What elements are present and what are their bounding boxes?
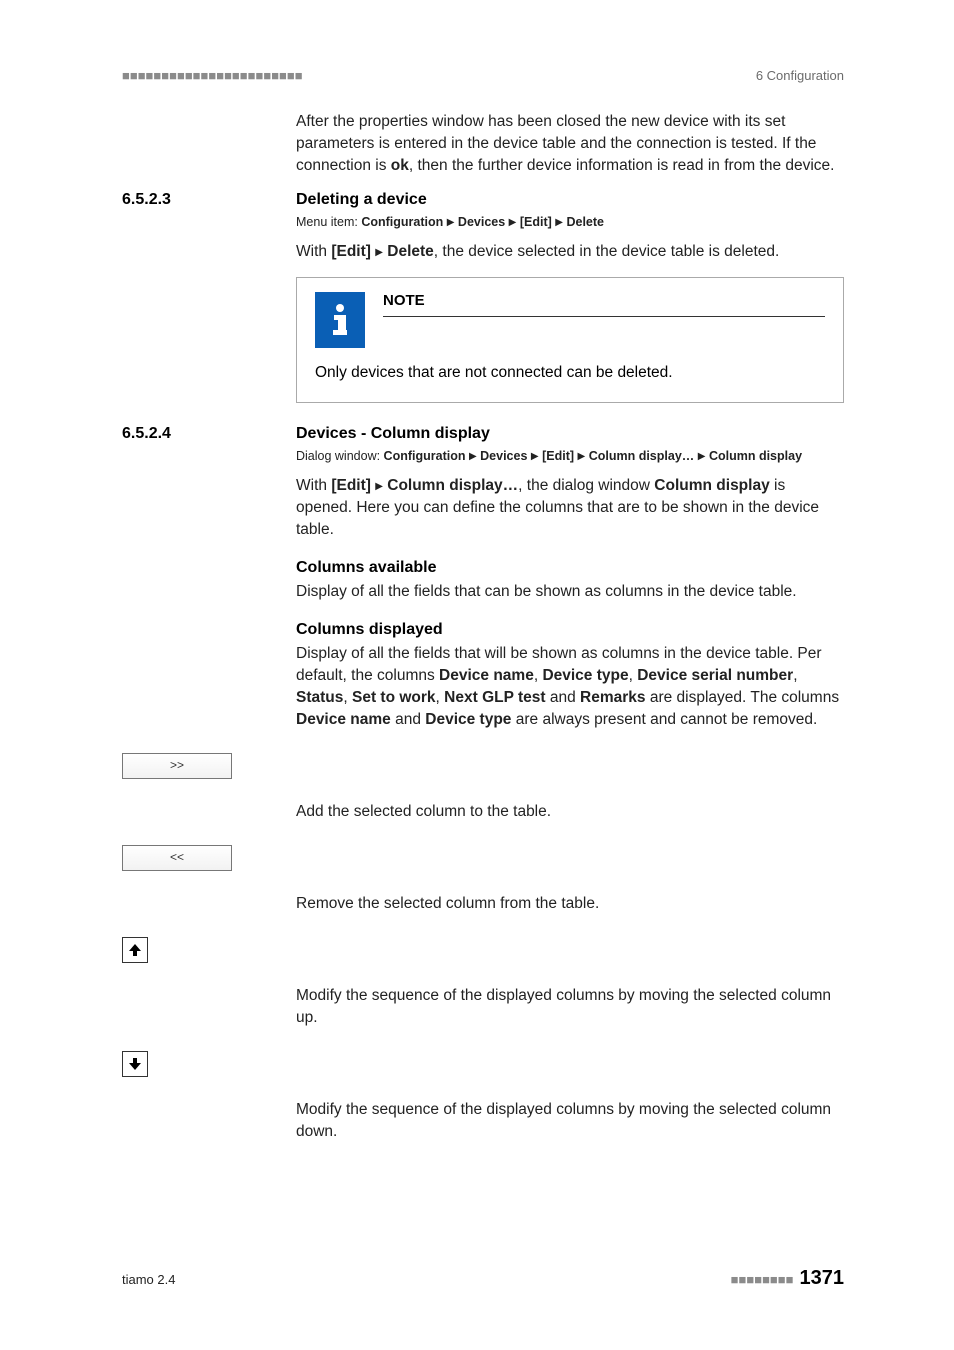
remove-column-desc: Remove the selected column from the tabl… [296,893,844,915]
menu-path-column-display: Dialog window: Configuration ▶ Devices ▶… [296,449,844,463]
columns-available-text: Display of all the fields that can be sh… [296,581,844,603]
intro-paragraph: After the properties window has been clo… [296,111,844,177]
menu-path-delete: Menu item: Configuration ▶ Devices ▶ [Ed… [296,215,844,229]
footer-page: ■■■■■■■■1371 [731,1267,844,1290]
note-box: NOTE Only devices that are not connected… [296,277,844,403]
note-title: NOTE [383,292,425,309]
section-number-6524: 6.5.2.4 [122,425,296,443]
remove-column-button[interactable]: << [122,845,232,871]
section-number-6523: 6.5.2.3 [122,191,296,209]
move-up-desc: Modify the sequence of the displayed col… [296,985,844,1029]
header-dots: ■■■■■■■■■■■■■■■■■■■■■■■ [122,68,303,83]
add-column-button[interactable]: >> [122,753,232,779]
section-title-column-display: Devices - Column display [296,425,490,443]
info-icon [315,292,365,348]
move-down-button[interactable] [122,1051,148,1077]
columns-displayed-heading: Columns displayed [296,621,844,639]
delete-paragraph: With [Edit] ▶ Delete, the device selecte… [296,241,844,263]
move-down-desc: Modify the sequence of the displayed col… [296,1099,844,1143]
move-up-button[interactable] [122,937,148,963]
header-chapter: 6 Configuration [756,68,844,83]
note-body: Only devices that are not connected can … [315,362,825,384]
column-display-paragraph: With [Edit] ▶ Column display…, the dialo… [296,475,844,541]
section-title-deleting: Deleting a device [296,191,427,209]
columns-displayed-text: Display of all the fields that will be s… [296,643,844,731]
footer-product: tiamo 2.4 [122,1272,175,1287]
arrow-up-icon [128,943,142,957]
arrow-down-icon [128,1057,142,1071]
add-column-desc: Add the selected column to the table. [296,801,844,823]
columns-available-heading: Columns available [296,559,844,577]
